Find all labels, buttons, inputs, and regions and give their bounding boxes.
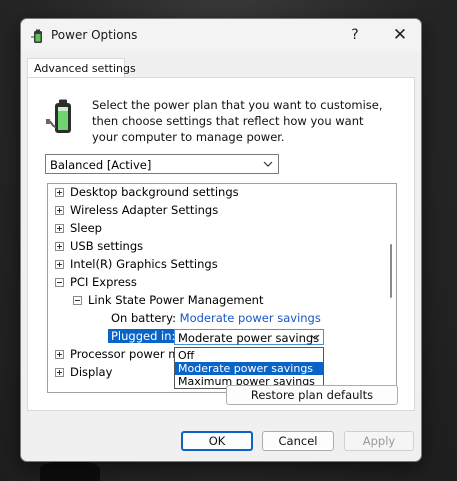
on-battery-label: On battery: <box>111 311 177 325</box>
on-battery-value-link[interactable]: Moderate power savings <box>180 311 321 325</box>
desktop-shape <box>40 461 100 481</box>
help-button[interactable]: ? <box>341 19 369 51</box>
plugged-in-select-value: Moderate power savings <box>178 331 320 345</box>
title-bar[interactable]: Power Options ? ✕ <box>21 19 421 51</box>
tab-advanced-settings[interactable]: Advanced settings <box>27 58 136 78</box>
plan-description: Select the power plan that you want to c… <box>92 98 383 144</box>
window-title: Power Options <box>51 28 138 42</box>
expand-icon[interactable] <box>55 224 64 233</box>
plugged-in-select[interactable]: Moderate power savings <box>174 329 324 345</box>
dropdown-option-moderate-power-savings[interactable]: Moderate power savings <box>175 362 323 375</box>
chevron-down-icon <box>310 334 320 340</box>
cancel-button[interactable]: Cancel <box>262 431 334 451</box>
expand-icon[interactable] <box>55 260 64 269</box>
expand-icon[interactable] <box>55 350 64 359</box>
collapse-icon[interactable] <box>55 278 64 287</box>
power-options-dialog: Power Options ? ✕ Advanced settings Sele… <box>20 18 422 462</box>
ok-button[interactable]: OK <box>181 431 253 451</box>
tree-scrollbar[interactable] <box>385 184 396 392</box>
power-options-icon <box>31 29 42 43</box>
plugged-in-label: Plugged in: <box>108 329 179 343</box>
chevron-down-icon <box>263 161 273 167</box>
power-plan-select-value: Balanced [Active] <box>50 158 152 172</box>
power-plan-select[interactable]: Balanced [Active] <box>45 154 279 174</box>
setting-on-battery: On battery: Moderate power savings <box>111 310 321 327</box>
restore-plan-defaults-button[interactable]: Restore plan defaults <box>226 385 398 405</box>
plugged-in-dropdown-list: Off Moderate power savings Maximum power… <box>174 347 324 389</box>
collapse-icon[interactable] <box>73 296 82 305</box>
expand-icon[interactable] <box>55 242 64 251</box>
expand-icon[interactable] <box>55 368 64 377</box>
setting-plugged-in: Plugged in: <box>108 328 179 345</box>
close-button[interactable]: ✕ <box>383 19 417 51</box>
apply-button[interactable]: Apply <box>344 431 414 451</box>
scrollbar-thumb[interactable] <box>390 244 392 298</box>
dropdown-option-off[interactable]: Off <box>175 349 323 362</box>
expand-icon[interactable] <box>55 188 64 197</box>
expand-icon[interactable] <box>55 206 64 215</box>
battery-plug-icon <box>46 99 71 133</box>
